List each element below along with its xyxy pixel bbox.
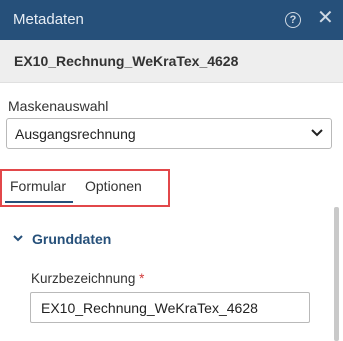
section-title-grunddaten[interactable]: Grunddaten bbox=[32, 231, 111, 247]
kurzbezeichnung-input[interactable]: EX10_Rechnung_WeKraTex_4628 bbox=[30, 292, 310, 323]
close-icon[interactable]: ✕ bbox=[317, 8, 334, 28]
mask-selection-label: Maskenauswahl bbox=[8, 98, 109, 114]
document-name: EX10_Rechnung_WeKraTex_4628 bbox=[14, 53, 239, 69]
chevron-down-icon bbox=[311, 129, 323, 137]
tab-optionen[interactable]: Optionen bbox=[85, 178, 142, 194]
active-tab-indicator bbox=[5, 201, 73, 203]
kurzbezeichnung-value: EX10_Rechnung_WeKraTex_4628 bbox=[41, 300, 258, 316]
section-toggle-chevron-icon[interactable] bbox=[13, 234, 23, 242]
tab-formular[interactable]: Formular bbox=[10, 178, 66, 194]
scrollbar[interactable] bbox=[334, 207, 339, 341]
field-label-kurzbezeichnung: Kurzbezeichnung * bbox=[31, 271, 145, 286]
mask-selection-dropdown[interactable]: Ausgangsrechnung bbox=[6, 118, 332, 149]
help-circle-icon[interactable]: ? bbox=[285, 12, 301, 28]
window-title: Metadaten bbox=[13, 11, 84, 28]
window-titlebar: Metadaten ? ✕ bbox=[0, 0, 343, 40]
mask-selection-value: Ausgangsrechnung bbox=[15, 126, 136, 142]
required-marker: * bbox=[139, 271, 145, 286]
document-header: EX10_Rechnung_WeKraTex_4628 bbox=[0, 40, 343, 83]
